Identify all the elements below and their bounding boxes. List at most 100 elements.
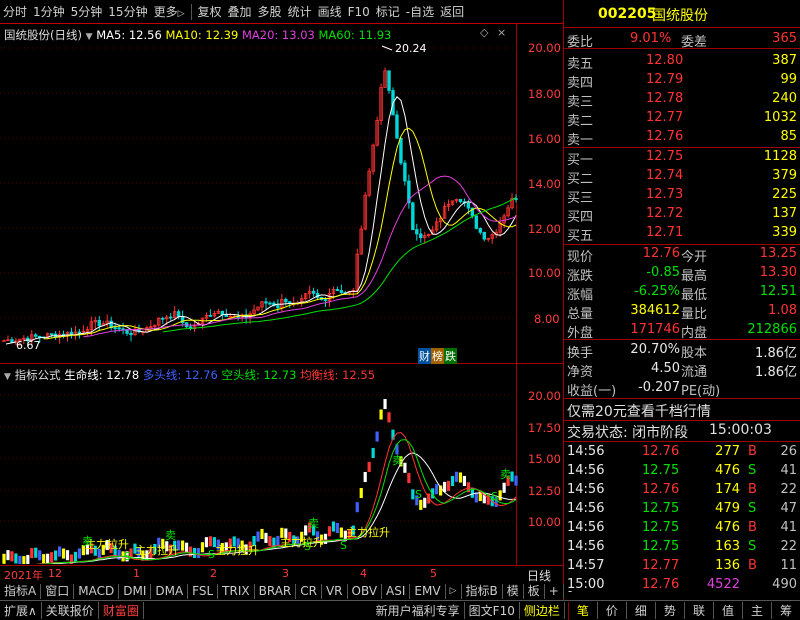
promo-row[interactable]: 仅需20元查看千档行情 xyxy=(564,400,800,420)
candle-body xyxy=(77,331,82,334)
bid-volume: 379 xyxy=(772,168,797,183)
tab-trend[interactable]: 势 xyxy=(656,602,685,619)
tab-obv[interactable]: OBV xyxy=(348,584,383,599)
stat-label: 今开 xyxy=(681,250,708,265)
ask-level-label: 卖四 xyxy=(567,76,594,91)
weibi-label: 委比 xyxy=(567,35,594,50)
date-label: 12 xyxy=(48,567,62,580)
indicator-bar xyxy=(200,542,205,553)
stat-row: 外盘 171746 内盘 212866 xyxy=(564,321,800,341)
tab-price[interactable]: 价 xyxy=(598,602,627,619)
indicator-bar xyxy=(371,447,375,459)
tab-trix[interactable]: TRIX xyxy=(218,584,255,599)
tick-count: 22 xyxy=(780,482,797,497)
tab-cr[interactable]: CR xyxy=(296,584,322,599)
back-button[interactable]: 返回 xyxy=(437,3,467,20)
mark-button[interactable]: 标记 xyxy=(373,3,403,20)
tab-brar[interactable]: BRAR xyxy=(255,584,297,599)
tab-dmi[interactable]: DMI xyxy=(119,584,152,599)
ask-price: 12.78 xyxy=(646,91,684,106)
indicator-bar xyxy=(208,536,212,547)
ask-price: 12.80 xyxy=(646,53,684,68)
statistics-button[interactable]: 统计 xyxy=(285,3,315,20)
tab-5min[interactable]: 5分钟 xyxy=(68,3,106,20)
tab-board[interactable]: 板 xyxy=(524,584,545,599)
related-quotes-button[interactable]: 关联报价 xyxy=(42,602,99,619)
bid-level-label: 买五 xyxy=(567,229,594,244)
tab-chips[interactable]: 筹 xyxy=(772,602,800,619)
tab-15min[interactable]: 15分钟 xyxy=(105,3,150,20)
wealth-circle-button[interactable]: 财富圈 xyxy=(99,602,144,619)
tab-vr[interactable]: VR xyxy=(322,584,348,599)
candle-body xyxy=(335,289,340,291)
candle-body xyxy=(268,302,272,305)
indicator-bar xyxy=(327,526,332,537)
ask-volume: 240 xyxy=(772,91,797,106)
tab-emv[interactable]: EMV xyxy=(410,584,446,599)
rank-badge[interactable]: 榜 xyxy=(431,348,444,364)
tab-more-label: 更多 xyxy=(153,5,178,19)
tab-detail[interactable]: 细 xyxy=(627,602,656,619)
fuquan-button[interactable]: 复权 xyxy=(195,3,225,20)
tick-count: 11 xyxy=(780,558,797,573)
tab-fsl[interactable]: FSL xyxy=(188,584,219,599)
ask-level-label: 卖五 xyxy=(567,57,594,72)
ask-price: 12.79 xyxy=(646,72,684,87)
tab-window[interactable]: 窗口 xyxy=(41,584,75,599)
stock-name: 国统股份 xyxy=(652,8,708,24)
period-label[interactable]: 日线 xyxy=(527,567,551,584)
status-bar: 扩展∧ 关联报价 财富圈 新用户福利专享 图文F10 侧边栏 笔 价 细 势 联… xyxy=(0,600,800,620)
indicator-tick: 15.00 xyxy=(528,452,561,466)
stat-row: 涨幅 -6.25% 最低 12.51 xyxy=(564,283,800,303)
drop-badge[interactable]: 跌 xyxy=(444,348,457,364)
candle-body xyxy=(311,290,316,294)
trade-state-row: 交易状态: 闭市阶段 15:00:03 xyxy=(564,421,800,441)
date-label: 2021年 xyxy=(4,569,43,582)
ma60-line xyxy=(162,196,517,333)
finance-badge[interactable]: 财 xyxy=(418,348,431,364)
sell-label: 卖 xyxy=(82,535,93,548)
indicator-bar xyxy=(264,532,268,543)
multi-stock-button[interactable]: 多股 xyxy=(255,3,285,20)
tab-scroll[interactable]: ▷ xyxy=(446,584,462,599)
tab-indicator-a[interactable]: 指标A xyxy=(0,584,42,599)
tick-count: 47 xyxy=(780,501,797,516)
expand-button[interactable]: 扩展∧ xyxy=(0,602,42,619)
tab-indicator-b[interactable]: 指标B xyxy=(462,584,503,599)
tab-template[interactable]: 模 xyxy=(503,584,524,599)
tick-time: 14:56 xyxy=(567,520,605,535)
f10-button[interactable]: F10 xyxy=(345,5,373,19)
draw-line-button[interactable]: 画线 xyxy=(315,3,345,20)
tab-dma[interactable]: DMA xyxy=(151,584,189,599)
stat-label: 涨幅 xyxy=(567,288,594,303)
indicator-bar xyxy=(458,472,463,483)
indicator-tick: 12.50 xyxy=(528,484,561,498)
indicator-bar xyxy=(18,555,22,564)
tick-count: 490 xyxy=(772,577,797,592)
tab-fenshi[interactable]: 分时 xyxy=(0,3,30,20)
stat-label: 量比 xyxy=(681,307,708,322)
kline-chart[interactable] xyxy=(0,24,563,364)
indicator-tick: 17.50 xyxy=(528,421,561,435)
tab-linked[interactable]: 联 xyxy=(685,602,714,619)
sidebar-button[interactable]: 侧边栏 xyxy=(520,602,565,619)
tab-main[interactable]: 主 xyxy=(743,602,772,619)
tab-value[interactable]: 值 xyxy=(714,602,743,619)
indicator-bar xyxy=(363,471,367,483)
new-user-welfare-link[interactable]: 新用户福利专享 xyxy=(372,602,465,619)
ask-volume: 85 xyxy=(780,129,797,144)
indicator-bar xyxy=(10,551,14,562)
tab-macd[interactable]: MACD xyxy=(74,584,120,599)
candle-body xyxy=(97,319,101,326)
remove-watchlist-button[interactable]: -自选 xyxy=(403,3,437,20)
promo-text[interactable]: 仅需20元查看千档行情 xyxy=(567,401,711,421)
indicator-bar xyxy=(407,472,411,483)
tab-tick-detail[interactable]: 笔 xyxy=(569,602,598,619)
tab-1min[interactable]: 1分钟 xyxy=(30,3,68,20)
f10-graphic-button[interactable]: 图文F10 xyxy=(465,602,520,619)
candle-body xyxy=(161,317,165,320)
tab-more[interactable]: 更多▷ xyxy=(151,3,188,20)
add-pane-button[interactable]: + xyxy=(545,584,564,599)
overlay-button[interactable]: 叠加 xyxy=(225,3,255,20)
tab-asi[interactable]: ASI xyxy=(382,584,411,599)
